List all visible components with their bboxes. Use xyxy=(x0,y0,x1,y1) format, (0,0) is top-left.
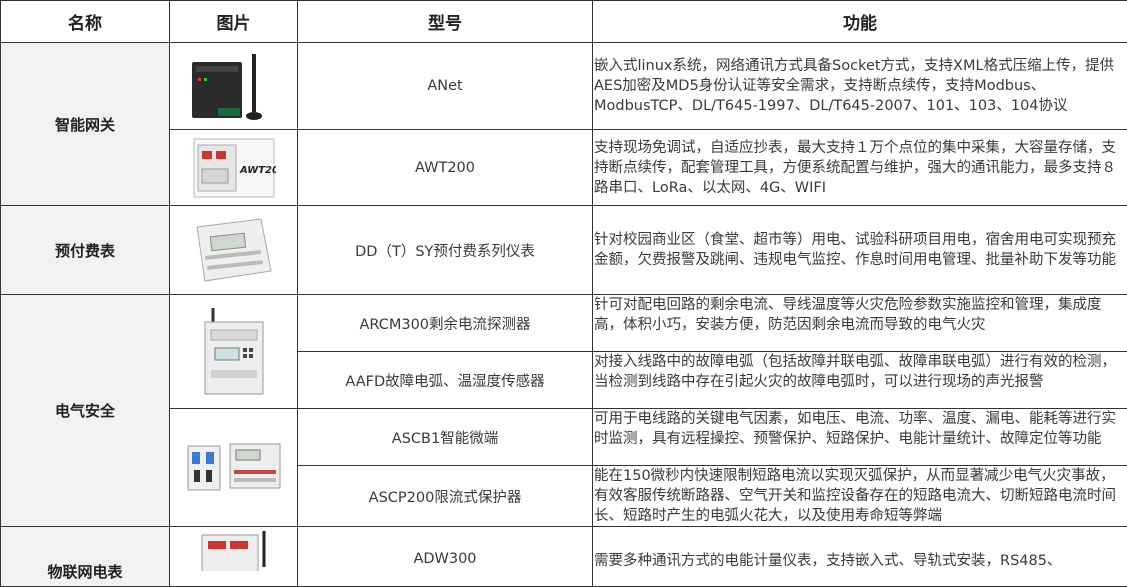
header-function: 功能 xyxy=(593,1,1127,43)
function-arcm300: 针可对配电回路的剩余电流、导线温度等火灾危险参数实施监控和管理，集成度高，体积小… xyxy=(593,295,1127,352)
function-ascb1: 可用于电线路的关键电气因素，如电压、电流、功率、温度、漏电、能耗等进行实时监测，… xyxy=(593,409,1127,466)
table-row: AWT200 AWT200 支持现场免调试，自适应抄表，最大支持１万个点位的集中… xyxy=(1,130,1127,206)
table-row: 电气安全 ARCM300剩余电流探测器 针可对配电回路的剩余电流、导线温度等火灾… xyxy=(1,295,1127,352)
ddsy-meter-picture xyxy=(191,213,277,287)
table-row: ASCB1智能微端 可用于电线路的关键电气因素，如电压、电流、功率、温度、漏电、… xyxy=(1,409,1127,466)
function-ddsy: 针对校园商业区（食堂、超市等）用电、试验科研项目用电，宿舍用电可实现预充金额，欠… xyxy=(593,206,1127,295)
model-ascb1: ASCB1智能微端 xyxy=(298,409,593,466)
adw300-image xyxy=(170,527,298,587)
model-anet: ANet xyxy=(298,43,593,130)
function-aafd: 对接入线路中的故障电弧（包括故障并联电弧、故障串联电弧）进行有效的检测，当检测到… xyxy=(593,352,1127,409)
function-anet: 嵌入式linux系统，网络通讯方式具备Socket方式，支持XML格式压缩上传，… xyxy=(593,43,1127,130)
arcm-aafd-image xyxy=(170,295,298,409)
model-ddsy: DD（T）SY预付费系列仪表 xyxy=(298,206,593,295)
header-model: 型号 xyxy=(298,1,593,43)
function-adw300: 需要多种通讯方式的电能计量仪表，支持嵌入式、导轨式安装，RS485、 xyxy=(593,527,1127,587)
awt200-device-picture: AWT200 xyxy=(192,135,276,201)
model-awt200: AWT200 xyxy=(298,130,593,206)
header-image: 图片 xyxy=(170,1,298,43)
model-arcm300: ARCM300剩余电流探测器 xyxy=(298,295,593,352)
table-row: 物联网电表 ADW300 需要多种通讯方式的电能计量仪表，支持嵌入式、导轨式安装… xyxy=(1,527,1127,587)
adw300-device-picture xyxy=(194,527,274,571)
ddsy-image xyxy=(170,206,298,295)
anet-image xyxy=(170,43,298,130)
ascb-ascp-image xyxy=(170,409,298,527)
category-prepaid: 预付费表 xyxy=(1,206,170,295)
category-electrical-safety: 电气安全 xyxy=(1,295,170,527)
model-ascp200: ASCP200限流式保护器 xyxy=(298,466,593,527)
function-awt200: 支持现场免调试，自适应抄表，最大支持１万个点位的集中采集，大容量存储，支持断点续… xyxy=(593,130,1127,206)
ascb1-device-picture xyxy=(184,440,284,496)
function-ascp200: 能在150微秒内快速限制短路电流以实现灭弧保护，从而显著减少电气火灾事故，有效客… xyxy=(593,466,1127,527)
category-gateway: 智能网关 xyxy=(1,43,170,206)
anet-device-picture xyxy=(188,48,280,124)
arcm300-device-picture xyxy=(199,306,269,398)
category-iot-meter-label: 物联网电表 xyxy=(47,563,122,581)
category-iot-meter: 物联网电表 xyxy=(1,527,170,587)
awt200-image-label: AWT200 xyxy=(239,165,276,176)
header-row: 名称 图片 型号 功能 xyxy=(1,1,1127,43)
table-row: 智能网关 ANet 嵌入式linux系统，网络通讯方式具备Socket方式，支持… xyxy=(1,43,1127,130)
header-name: 名称 xyxy=(1,1,170,43)
model-aafd: AAFD故障电弧、温湿度传感器 xyxy=(298,352,593,409)
product-table: 名称 图片 型号 功能 智能网关 ANet 嵌入式linux系统，网络通讯方式具… xyxy=(0,0,1127,587)
table-row: 预付费表 DD（T）SY预付费系列仪表 针对校园商业区（食堂、超市等）用电、试验… xyxy=(1,206,1127,295)
model-adw300: ADW300 xyxy=(298,527,593,587)
awt200-image: AWT200 xyxy=(170,130,298,206)
